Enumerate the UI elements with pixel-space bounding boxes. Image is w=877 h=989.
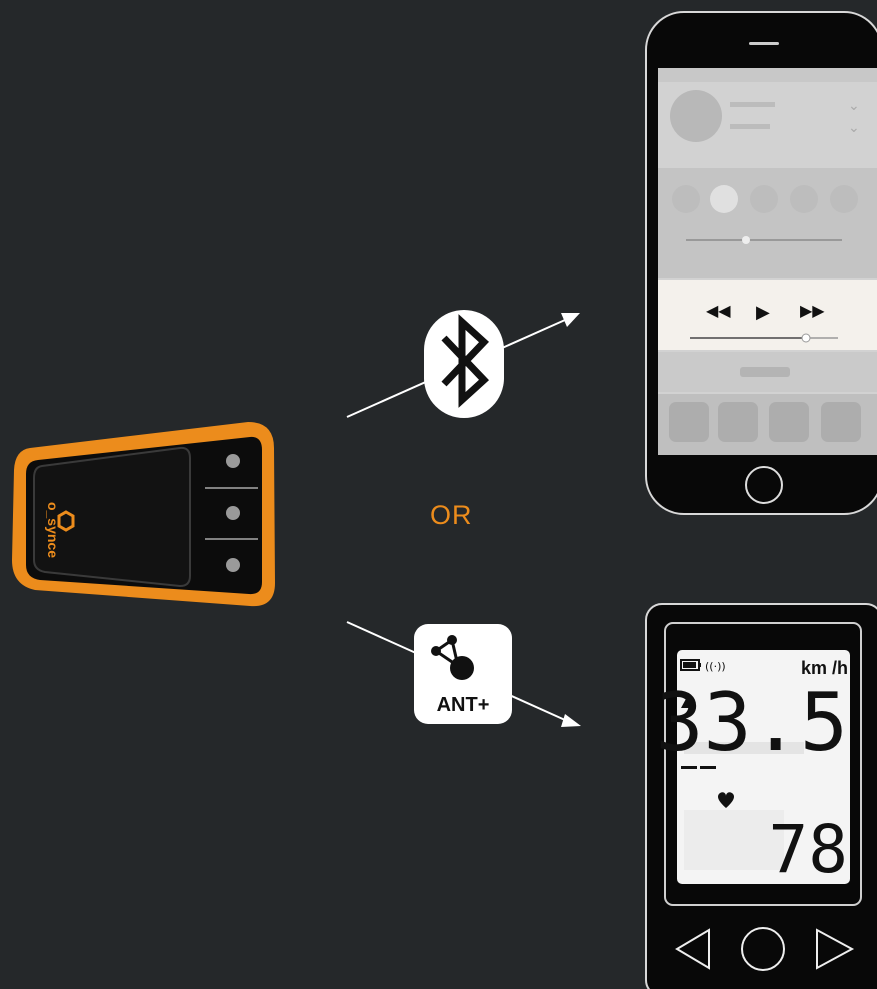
bluetooth-connection (346, 310, 580, 418)
phone-status-bar (658, 68, 877, 82)
moon-icon[interactable] (790, 185, 818, 213)
fast-forward-icon[interactable]: ▶▶ (800, 301, 825, 320)
ant-plus-label: ANT+ (437, 694, 490, 716)
speed-value: 33.5 (655, 676, 848, 769)
rewind-icon[interactable]: ◀◀ (706, 301, 731, 320)
or-label: OR (430, 500, 473, 530)
calculator-icon[interactable] (769, 402, 809, 442)
wifi-icon[interactable] (710, 185, 738, 213)
heart-rate-value: 78 (769, 811, 848, 888)
phone-avatar (670, 90, 722, 142)
smartphone: ⌄ ⌄ ◀◀ ▶ ▶▶ (645, 11, 877, 515)
speed-unit: km /h (801, 658, 848, 678)
chevron-down-icon: ⌄ (848, 120, 860, 136)
control-center-panel (658, 168, 877, 278)
airdrop-label[interactable] (740, 367, 790, 377)
flashlight-icon[interactable] (669, 402, 709, 442)
lcd-divider-dash (681, 766, 697, 769)
bluetooth-icon[interactable] (750, 185, 778, 213)
brightness-slider-knob[interactable] (742, 236, 750, 244)
phone-text-line (730, 124, 770, 129)
lcd-divider-dash (700, 766, 716, 769)
play-icon[interactable]: ▶ (756, 302, 770, 323)
chevron-down-icon: ⌄ (848, 98, 860, 114)
sensor-button-top[interactable] (226, 454, 240, 468)
volume-slider-knob[interactable] (801, 333, 811, 343)
ant-arrow-head (561, 714, 581, 727)
phone-speaker (749, 42, 779, 45)
lock-rotation-icon[interactable] (830, 185, 858, 213)
timer-icon[interactable] (718, 402, 758, 442)
camera-icon[interactable] (821, 402, 861, 442)
sensor-brand-text: o_synce (45, 502, 61, 558)
bike-computer: ((·)) km /h 33.5 78 (645, 603, 877, 989)
sensor-button-bottom[interactable] (226, 558, 240, 572)
signal-icon: ((·)) (705, 660, 726, 673)
airplane-icon[interactable] (672, 185, 700, 213)
sensor-device: o_synce (12, 422, 275, 607)
connectivity-diagram: o_synce ANT+ ⌄ ⌄ ◀◀ ▶ ▶▶ ((·)) km /h 33.… (12, 11, 877, 989)
sensor-button-middle[interactable] (226, 506, 240, 520)
ant-plus-connection: ANT+ (346, 621, 581, 727)
phone-text-line (730, 102, 775, 107)
